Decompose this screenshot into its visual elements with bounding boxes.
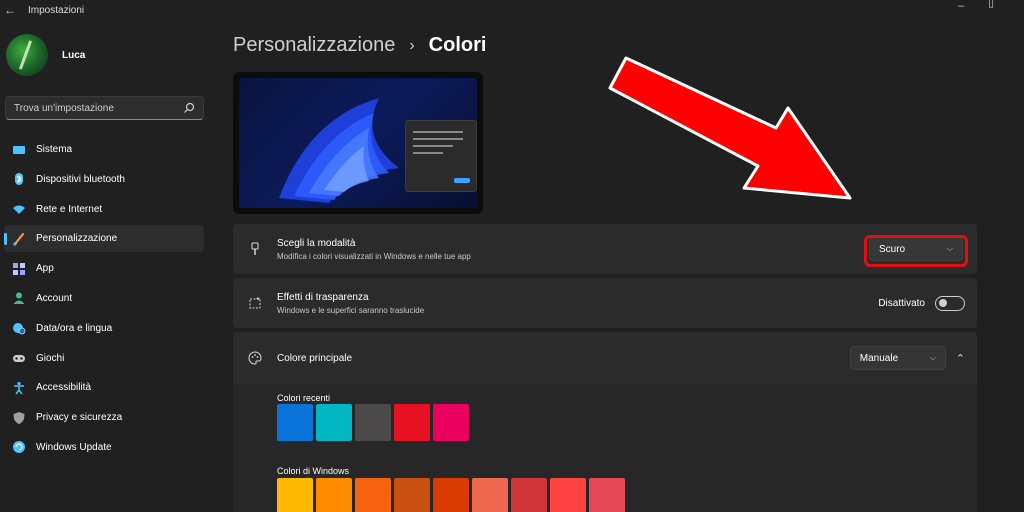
transparency-title: Effetti di trasparenza: [277, 291, 369, 303]
windows-colors-label: Colori di Windows: [277, 466, 350, 476]
palette-icon: [248, 351, 262, 365]
preview-wallpaper: [239, 78, 477, 208]
gamepad-icon: [13, 355, 25, 363]
sidebar-item-label: Sistema: [36, 144, 73, 155]
sidebar-item-rete[interactable]: Rete e Internet: [4, 196, 204, 223]
accessibility-icon: [14, 381, 24, 395]
user-profile[interactable]: Luca: [6, 34, 85, 76]
windows-colors-swatches: [277, 478, 628, 512]
colors-panel: Colori recenti Colori di Windows: [233, 384, 977, 512]
preview-button: [454, 178, 470, 183]
transparency-card: Effetti di trasparenza Windows e le supe…: [233, 278, 977, 328]
sidebar-item-personalizzazione[interactable]: Personalizzazione: [4, 225, 204, 253]
sidebar: Luca Sistema Dispositivi bluetooth Rete …: [0, 20, 214, 512]
transparency-toggle[interactable]: [935, 295, 965, 311]
color-swatch[interactable]: [355, 478, 391, 512]
sidebar-item-accessibilita[interactable]: Accessibilità: [4, 374, 204, 401]
maximize-icon[interactable]: ▯: [988, 0, 994, 9]
color-swatch[interactable]: [277, 404, 313, 441]
sidebar-item-label: Rete e Internet: [36, 203, 103, 215]
sidebar-nav: Sistema Dispositivi bluetooth Rete e Int…: [4, 136, 204, 464]
recent-colors-swatches: [277, 404, 472, 441]
sidebar-item-label: App: [36, 263, 54, 275]
window-title: Impostazioni: [28, 4, 85, 16]
shield-icon: [13, 411, 25, 424]
color-swatch[interactable]: [355, 404, 391, 441]
color-swatch[interactable]: [277, 478, 313, 512]
search-icon[interactable]: [183, 102, 195, 114]
page-title: Colori: [428, 34, 487, 56]
theme-preview: [233, 72, 483, 214]
annotation-highlight-box: [864, 235, 968, 267]
accent-dropdown[interactable]: Manuale ⌵: [849, 346, 946, 370]
color-swatch[interactable]: [394, 478, 430, 512]
preview-dialog: [405, 120, 477, 192]
sidebar-item-label: Windows Update: [36, 441, 112, 453]
sidebar-item-privacy[interactable]: Privacy e sicurezza: [4, 404, 204, 431]
sidebar-item-app[interactable]: App: [4, 255, 204, 282]
title-bar: ← Impostazioni – ▯: [0, 0, 1024, 20]
sidebar-item-label: Data/ora e lingua: [36, 322, 113, 334]
recent-colors-label: Colori recenti: [277, 393, 331, 403]
color-swatch[interactable]: [316, 478, 352, 512]
sidebar-item-label: Accessibilità: [36, 382, 92, 394]
globe-clock-icon: [13, 323, 26, 335]
monitor-icon: [13, 145, 25, 154]
mode-title: Scegli la modalità: [277, 237, 356, 249]
accent-title: Colore principale: [277, 352, 353, 364]
search-input[interactable]: [14, 102, 183, 114]
sidebar-item-windows-update[interactable]: Windows Update: [4, 434, 204, 461]
brush-outline-icon: [251, 242, 259, 255]
color-swatch[interactable]: [472, 478, 508, 512]
sidebar-item-data-ora[interactable]: Data/ora e lingua: [4, 315, 204, 342]
breadcrumb-separator: ›: [409, 36, 415, 54]
sidebar-item-label: Privacy e sicurezza: [36, 412, 123, 424]
accent-value: Manuale: [859, 352, 899, 364]
transparency-icon: [249, 296, 261, 309]
transparency-subtitle: Windows e le superfici saranno traslucid…: [277, 305, 425, 315]
sidebar-item-label: Personalizzazione: [36, 233, 118, 245]
wifi-icon: [13, 205, 25, 215]
chevron-down-icon: ⌵: [929, 353, 936, 362]
color-swatch[interactable]: [394, 404, 430, 441]
sidebar-item-label: Account: [36, 292, 73, 304]
sidebar-item-account[interactable]: Account: [4, 285, 204, 312]
breadcrumb-parent[interactable]: Personalizzazione: [233, 34, 395, 57]
sidebar-item-label: Dispositivi bluetooth: [36, 173, 125, 185]
transparency-state-label: Disattivato: [878, 297, 925, 309]
color-swatch[interactable]: [433, 404, 469, 441]
mode-subtitle: Modifica i colori visualizzati in Window…: [277, 251, 471, 261]
back-arrow-icon[interactable]: ←: [0, 3, 20, 17]
sidebar-item-sistema[interactable]: Sistema: [4, 136, 204, 163]
apps-icon: [13, 262, 25, 275]
accent-card: Colore principale Manuale ⌵ ⌃: [233, 332, 977, 384]
minimize-icon[interactable]: –: [958, 0, 964, 12]
color-swatch[interactable]: [316, 404, 352, 441]
search-box[interactable]: [5, 96, 204, 120]
sidebar-item-bluetooth[interactable]: Dispositivi bluetooth: [4, 166, 204, 193]
update-icon: [13, 441, 25, 454]
user-name: Luca: [62, 49, 86, 61]
color-swatch[interactable]: [433, 478, 469, 512]
sidebar-item-label: Giochi: [36, 352, 65, 364]
windows-bloom-wallpaper: [279, 98, 399, 203]
chevron-up-icon[interactable]: ⌃: [956, 352, 965, 365]
breadcrumb: Personalizzazione › Colori: [233, 34, 486, 57]
color-swatch[interactable]: [511, 478, 547, 512]
avatar: [6, 34, 48, 76]
brush-icon: [13, 232, 25, 246]
color-swatch[interactable]: [550, 478, 586, 512]
sidebar-item-giochi[interactable]: Giochi: [4, 345, 204, 372]
bluetooth-icon: [15, 173, 23, 186]
annotation-arrow-icon: [608, 56, 852, 200]
person-icon: [13, 292, 25, 305]
color-swatch[interactable]: [589, 478, 625, 512]
